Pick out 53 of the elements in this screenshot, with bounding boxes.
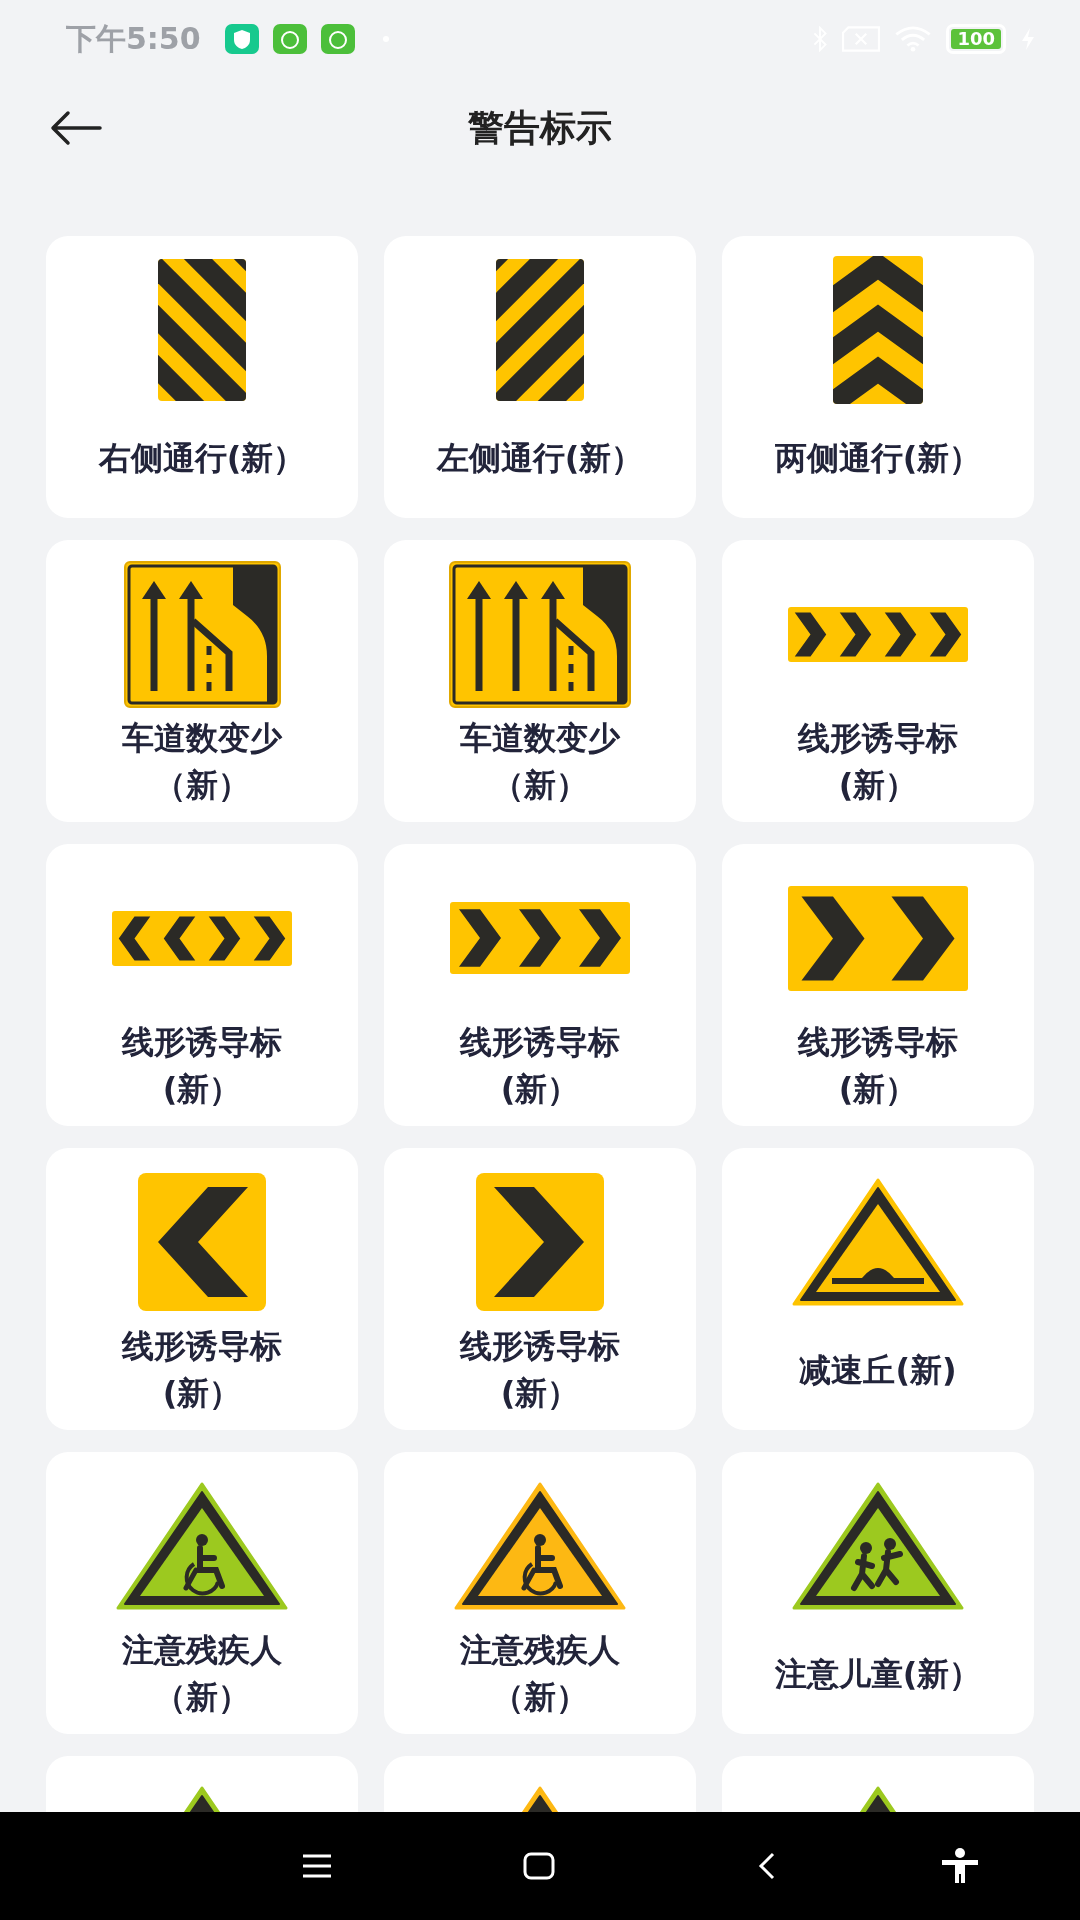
chevron-board-icon: [112, 910, 292, 966]
lane-sign-icon: [449, 560, 631, 708]
shield-app-icon: [224, 24, 259, 54]
menu-icon[interactable]: [301, 1852, 333, 1880]
back-arrow-icon[interactable]: [50, 110, 102, 146]
sign-card[interactable]: 注意残疾人 （新）: [46, 1452, 358, 1734]
sign-name: 左侧通行(新）: [436, 437, 644, 479]
sign-name: 线形诱导标 (新）: [798, 718, 958, 806]
sign-card[interactable]: 左侧通行(新）: [384, 236, 696, 518]
sign-card[interactable]: 两侧通行(新）: [722, 236, 1034, 518]
sign-card[interactable]: 线形诱导标 (新）: [384, 844, 696, 1126]
page-title: 警告标示: [467, 105, 613, 150]
sign-card[interactable]: 线形诱导标 (新）: [46, 1148, 358, 1430]
status-time: 下午5:50: [66, 19, 201, 58]
sign-name: 线形诱导标 (新）: [798, 1022, 958, 1110]
lane-sign-icon: [123, 560, 281, 708]
chevron-sign-icon: [138, 1173, 266, 1311]
sign-card[interactable]: 注意残疾人 （新）: [384, 1452, 696, 1734]
sign-name: 减速丘(新): [799, 1349, 957, 1391]
chevron-board-icon: [450, 902, 630, 974]
sign-name: 车道数变少 （新）: [122, 718, 282, 806]
speed-bump-sign-icon: [792, 1178, 964, 1306]
sign-name: 线形诱导标 (新）: [122, 1326, 282, 1414]
sign-card[interactable]: 减速丘(新): [722, 1148, 1034, 1430]
striped-sign-icon: [158, 259, 246, 401]
accessibility-icon[interactable]: [940, 1848, 980, 1884]
sign-name: 车道数变少 （新）: [460, 718, 620, 806]
children-sign-icon: [792, 1482, 964, 1610]
sign-name: 两侧通行(新）: [774, 437, 982, 479]
sign-card[interactable]: 右侧通行(新）: [46, 236, 358, 518]
chevron-sign-icon: [833, 256, 923, 404]
sign-name: 注意儿童(新）: [774, 1653, 982, 1695]
chevron-board-icon: [788, 606, 968, 662]
sign-name: 注意残疾人 （新）: [460, 1630, 620, 1718]
battery-icon: 100: [946, 24, 1006, 54]
sign-name: 线形诱导标 (新）: [122, 1022, 282, 1110]
home-icon[interactable]: [523, 1852, 555, 1880]
chevron-sign-icon: [476, 1173, 604, 1311]
sign-card[interactable]: 线形诱导标 (新）: [722, 844, 1034, 1126]
sign-card[interactable]: 线形诱导标 (新）: [722, 540, 1034, 822]
wheelchair-sign-icon: [454, 1482, 626, 1610]
sign-card[interactable]: 注意儿童(新）: [722, 1452, 1034, 1734]
sign-card[interactable]: 线形诱导标 (新）: [384, 1148, 696, 1430]
sign-card[interactable]: 车道数变少 （新）: [46, 540, 358, 822]
sign-name: 注意残疾人 （新）: [122, 1630, 282, 1718]
sign-name: 线形诱导标 (新）: [460, 1022, 620, 1110]
sign-name: 线形诱导标 (新）: [460, 1326, 620, 1414]
sign-name: 右侧通行(新）: [98, 437, 306, 479]
sign-card[interactable]: 线形诱导标 (新）: [46, 844, 358, 1126]
wheelchair-sign-icon: [116, 1482, 288, 1610]
sign-card[interactable]: 车道数变少 （新）: [384, 540, 696, 822]
chevron-board-icon: [788, 885, 968, 991]
striped-sign-icon: [496, 259, 584, 401]
